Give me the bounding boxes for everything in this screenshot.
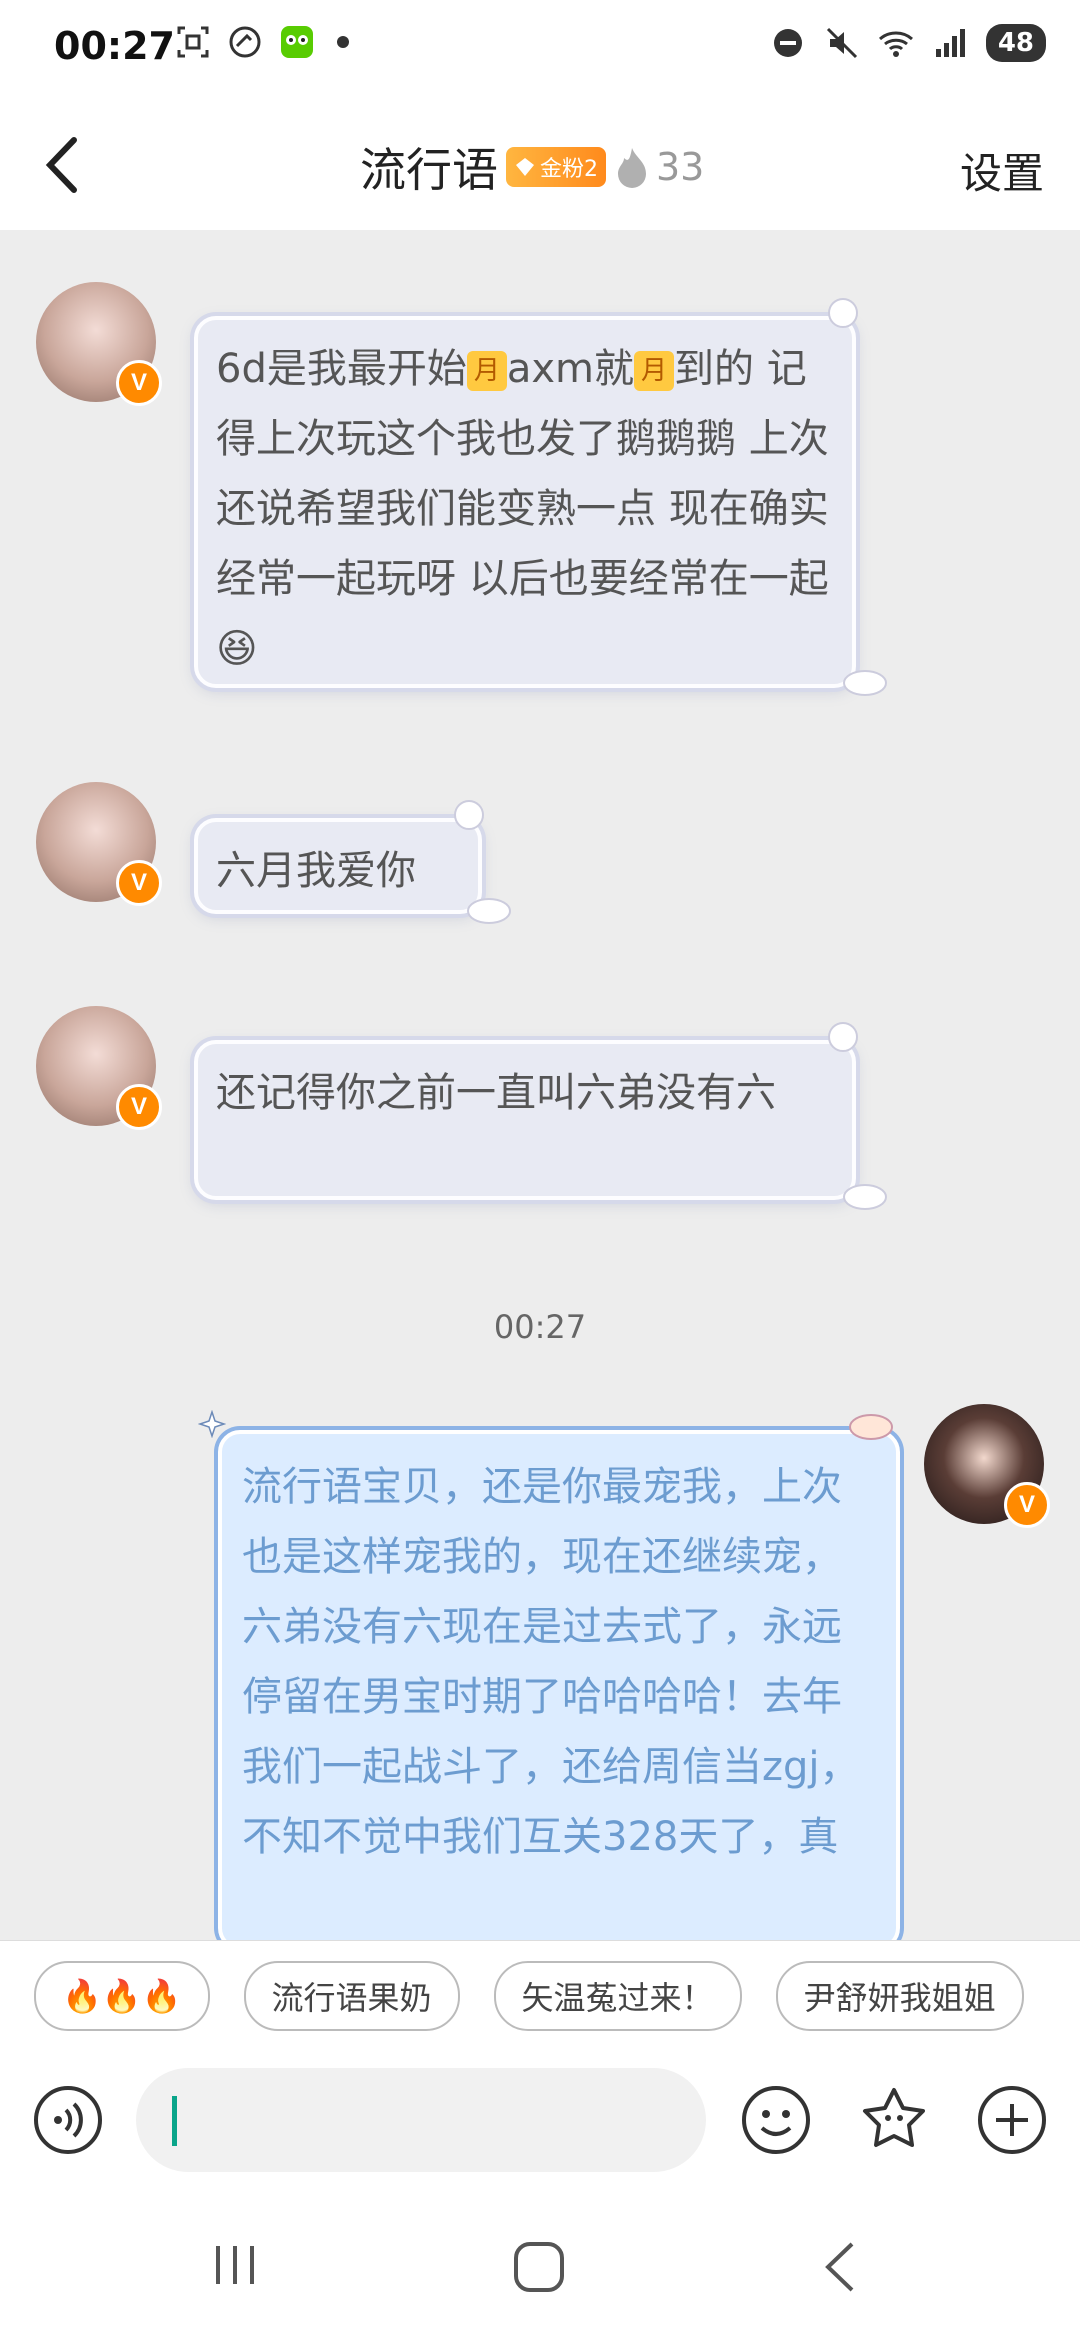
cloud-decoration-icon <box>843 670 887 696</box>
cloud-decoration-icon <box>849 1414 893 1440</box>
moon-emoji-icon: 月 <box>634 351 674 391</box>
settings-button[interactable]: 设置 <box>960 140 1044 201</box>
laughing-emoji-icon: 😆 <box>216 626 258 672</box>
chat-title-group[interactable]: 流行语 金粉2 33 <box>360 134 704 200</box>
flame-icon <box>618 148 646 188</box>
quick-reply-chip[interactable]: 矢温菟过来！ <box>493 1961 742 2031</box>
chat-header: 流行语 金粉2 33 设置 <box>0 100 1080 230</box>
message-bubble-outgoing[interactable]: 流行语宝贝，还是你最宠我，上次也是这样宠我的，现在还继续宠，六弟没有六现在是过去… <box>218 1430 900 1950</box>
do-not-disturb-icon <box>773 29 802 57</box>
verified-badge-icon: V <box>116 360 162 406</box>
recent-apps-icon[interactable] <box>210 2240 260 2290</box>
back-arrow-icon[interactable] <box>34 130 94 200</box>
message-timestamp: 00:27 <box>493 1308 587 1346</box>
message-bubble-incoming[interactable]: 还记得你之前一直叫六弟没有六 <box>194 1040 856 1200</box>
mute-icon <box>826 27 857 59</box>
message-input[interactable] <box>136 2068 706 2172</box>
diamond-icon <box>516 158 534 176</box>
message-bubble-incoming[interactable]: 六月我爱你 <box>194 818 482 914</box>
message-text: 还记得你之前一直叫六弟没有六 <box>216 1070 776 1116</box>
moon-emoji-icon: 月 <box>466 351 507 391</box>
cloud-decoration-icon <box>467 898 511 924</box>
status-system-icons: 48 <box>770 24 1046 62</box>
message-text: 六月我爱你 <box>216 848 416 894</box>
battery-indicator: 48 <box>985 24 1046 62</box>
system-navigation-bar <box>0 2190 1080 2340</box>
wifi-icon <box>878 31 913 57</box>
message-text: 6d是我最开始月 axm就月到的 记得上次玩这个我也发了鹅鹅鹅 上次还说希望我们能… <box>216 346 829 672</box>
chat-title: 流行语 <box>360 143 498 197</box>
cloud-decoration-icon <box>843 1184 887 1210</box>
flower-decoration-icon <box>454 800 484 830</box>
back-nav-icon[interactable] <box>820 2240 860 2294</box>
text-cursor <box>172 2096 177 2146</box>
message-input-bar <box>0 2050 1080 2190</box>
status-bar: 00:27 48 <box>0 0 1080 100</box>
sticker-icon[interactable] <box>858 2084 930 2156</box>
screenshot-icon <box>177 26 209 58</box>
signal-icon <box>935 29 965 57</box>
add-plus-icon[interactable] <box>976 2084 1048 2156</box>
quick-reply-chip[interactable]: 🔥🔥🔥 <box>34 1961 210 2031</box>
emoji-icon[interactable] <box>740 2084 812 2156</box>
quick-reply-bar: 🔥🔥🔥 流行语果奶 矢温菟过来！ 尹舒妍我姐姐 <box>0 1940 1080 2051</box>
verified-badge-icon: V <box>116 1084 162 1130</box>
verified-badge-icon: V <box>1004 1482 1050 1528</box>
fire-count-text: 33 <box>656 145 705 189</box>
message-bubble-incoming[interactable]: 6d是我最开始月 axm就月到的 记得上次玩这个我也发了鹅鹅鹅 上次还说希望我们能… <box>194 316 856 688</box>
contact-avatar[interactable]: V <box>36 282 162 406</box>
intimacy-fire: 33 <box>614 145 704 189</box>
contact-avatar[interactable]: V <box>36 1006 162 1130</box>
flower-decoration-icon <box>828 1022 858 1052</box>
flower-decoration-icon <box>828 298 858 328</box>
fan-level-text: 金粉2 <box>540 157 598 182</box>
fan-level-badge: 金粉2 <box>506 147 606 187</box>
contact-avatar[interactable]: V <box>36 782 162 906</box>
self-avatar[interactable]: V <box>924 1404 1050 1528</box>
app-notification-icon <box>229 26 261 58</box>
quick-reply-chip[interactable]: 尹舒妍我姐姐 <box>775 1961 1024 2031</box>
status-notification-icons <box>175 24 349 60</box>
sparkle-decoration-icon <box>198 1410 226 1438</box>
more-notifications-dot <box>337 36 349 48</box>
voice-input-icon[interactable] <box>32 2084 104 2156</box>
owl-app-icon <box>281 26 313 58</box>
status-time: 00:27 <box>54 24 175 68</box>
message-text: 流行语宝贝，还是你最宠我，上次也是这样宠我的，现在还继续宠，六弟没有六现在是过去… <box>242 1464 860 1860</box>
quick-reply-chip[interactable]: 流行语果奶 <box>243 1961 460 2031</box>
home-icon[interactable] <box>512 2240 566 2294</box>
verified-badge-icon: V <box>116 860 162 906</box>
